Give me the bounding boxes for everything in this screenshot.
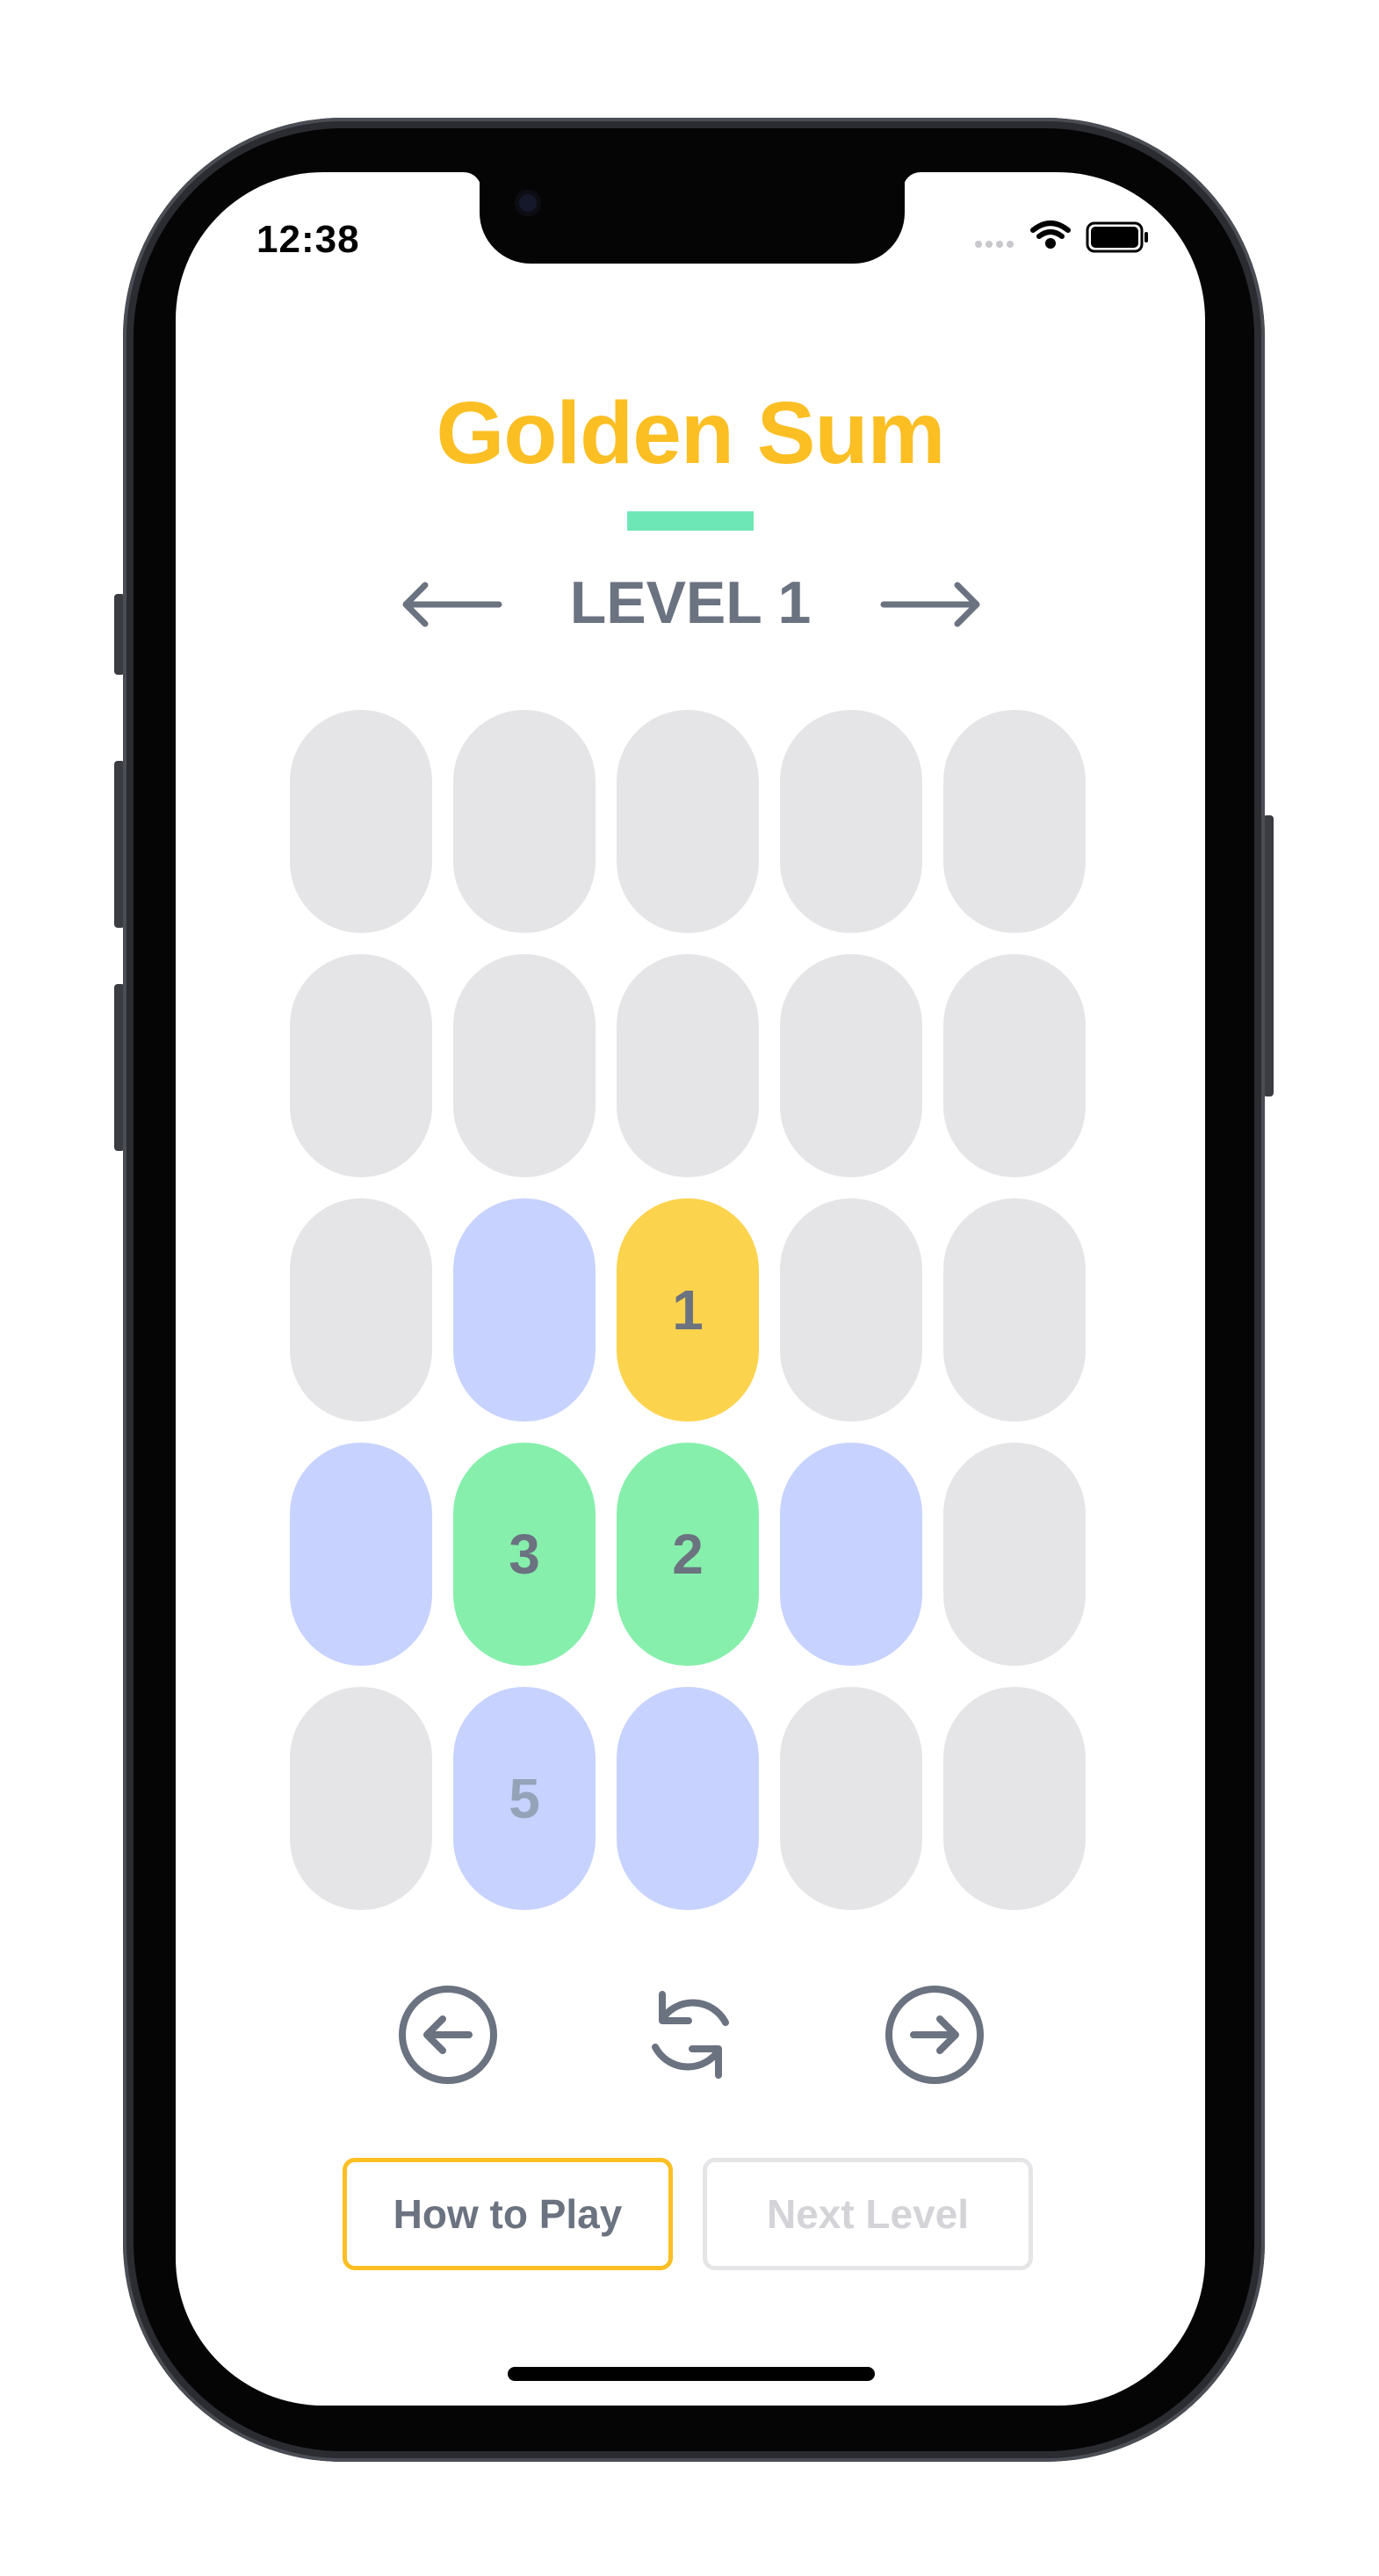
grid-cell[interactable]: [780, 710, 922, 933]
grid-cell[interactable]: [617, 1687, 759, 1910]
app-screen: 12:38 Golden Sum LEVEL 1 1 3 2 5 How to …: [176, 172, 1205, 2406]
status-icons-svg: [975, 221, 1148, 253]
grid-cell[interactable]: [943, 1443, 1086, 1666]
undo-button[interactable]: [395, 1982, 501, 2088]
grid-cell[interactable]: 5: [453, 1687, 596, 1910]
level-label: LEVEL 1: [569, 569, 812, 636]
grid-cell[interactable]: [290, 1443, 432, 1666]
redo-button[interactable]: [882, 1982, 987, 2088]
grid-cell[interactable]: [943, 710, 1086, 933]
arrow-right-icon: [880, 582, 980, 627]
title-underline: [627, 511, 754, 531]
signal-dots-icon: [975, 241, 1014, 248]
circle-arrow-right-icon: [885, 1986, 984, 2084]
grid-cell[interactable]: [453, 710, 596, 933]
page-title: Golden Sum: [436, 384, 946, 482]
grid-cell[interactable]: 1: [617, 1198, 759, 1422]
move-controls: [176, 1982, 1205, 2088]
grid-cell[interactable]: [943, 1687, 1086, 1910]
grid-cell[interactable]: [943, 954, 1086, 1177]
notch: [480, 172, 905, 264]
level-selector: LEVEL 1: [176, 559, 1205, 655]
number-grid: 1325: [290, 710, 1086, 1910]
circle-arrow-left-icon: [399, 1986, 497, 2084]
grid-cell[interactable]: 3: [453, 1443, 596, 1666]
grid-cell[interactable]: 2: [617, 1443, 759, 1666]
grid-cell[interactable]: [780, 1443, 922, 1666]
grid-cell[interactable]: [617, 710, 759, 933]
grid-cell[interactable]: [943, 1198, 1086, 1422]
how-to-play-button[interactable]: How to Play: [343, 2158, 673, 2270]
grid-cell[interactable]: [453, 954, 596, 1177]
status-icons: [975, 218, 1195, 253]
front-camera: [515, 190, 541, 216]
device-frame: 12:38 Golden Sum LEVEL 1 1 3 2 5 How to …: [0, 0, 1379, 2576]
refresh-icon: [652, 1991, 729, 2079]
grid-cell[interactable]: [290, 1687, 432, 1910]
reset-button[interactable]: [638, 1982, 743, 2088]
grid-cell[interactable]: [780, 954, 922, 1177]
grid-cell[interactable]: [780, 1687, 922, 1910]
grid-cell[interactable]: [780, 1198, 922, 1422]
status-time: 12:38: [256, 218, 360, 261]
grid-cell[interactable]: [290, 1198, 432, 1422]
home-indicator: [508, 2367, 875, 2381]
grid-cell[interactable]: [617, 954, 759, 1177]
grid-cell[interactable]: [453, 1198, 596, 1422]
next-level-button[interactable]: Next Level: [703, 2158, 1033, 2270]
next-level-arrow[interactable]: [878, 578, 984, 631]
grid-cell[interactable]: [290, 954, 432, 1177]
wifi-icon: [1030, 221, 1071, 249]
grid-cell[interactable]: [290, 710, 432, 933]
battery-icon: [1086, 221, 1148, 253]
